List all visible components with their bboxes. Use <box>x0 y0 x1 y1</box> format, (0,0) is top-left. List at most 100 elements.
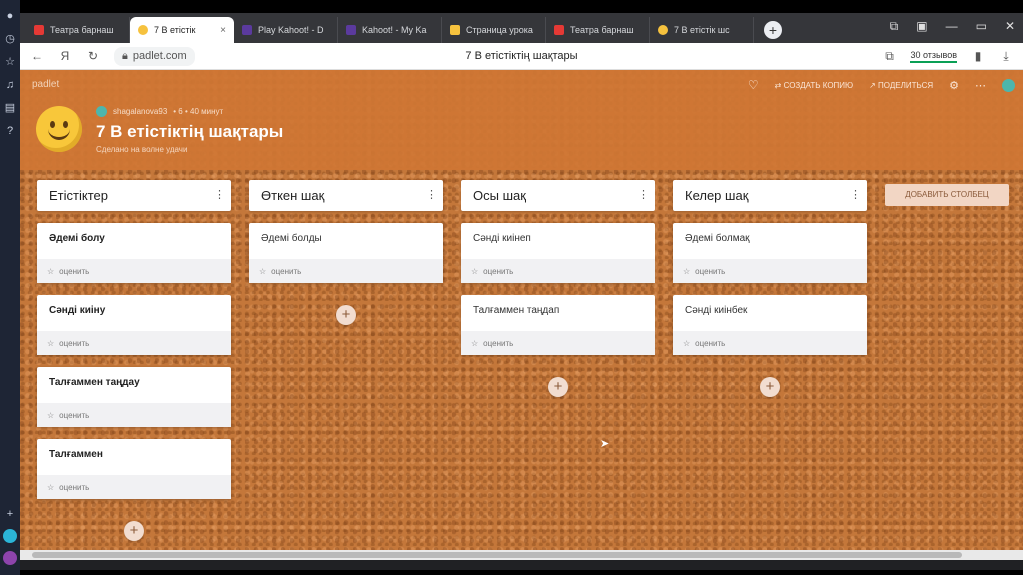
tab-active[interactable]: 7 В етістік × <box>130 17 234 43</box>
post-rating[interactable]: ☆ оценить <box>461 259 655 283</box>
translate-icon[interactable]: ⧉ <box>882 49 896 64</box>
post-card[interactable]: Талғаммен ☆ оценить <box>37 439 231 499</box>
tab-favicon-icon <box>658 25 668 35</box>
minimize-icon[interactable]: — <box>946 19 958 34</box>
profile-icon[interactable]: ● <box>4 10 17 23</box>
extensions-icon[interactable]: ▣ <box>916 19 927 34</box>
post-text: Әдемі болу <box>49 233 105 244</box>
post-card[interactable]: Талғаммен таңдап ☆ оценить <box>461 295 655 355</box>
rating-label: оценить <box>59 338 90 348</box>
messenger-icon[interactable] <box>3 529 17 543</box>
post-rating[interactable]: ☆ оценить <box>673 331 867 355</box>
tab-bar: Театра барнаш 7 В етістік × Play Kahoot!… <box>20 13 1023 43</box>
column-menu-icon[interactable]: ⋮ <box>426 188 437 201</box>
download-icon[interactable]: ⤓ <box>999 49 1013 64</box>
post-rating[interactable]: ☆ оценить <box>37 331 231 355</box>
reload-icon[interactable]: ↻ <box>86 49 100 63</box>
tab-favicon-icon <box>346 25 356 35</box>
post-card[interactable]: Әдемі болу ☆ оценить <box>37 223 231 283</box>
bookmark-icon[interactable]: ▮ <box>971 49 985 63</box>
user-avatar[interactable] <box>1002 78 1015 92</box>
tab-favicon-icon <box>554 25 564 35</box>
rating-label: оценить <box>59 266 90 276</box>
column-menu-icon[interactable]: ⋮ <box>638 188 649 201</box>
scrollbar-thumb[interactable] <box>32 552 962 558</box>
star-icon: ☆ <box>47 410 55 420</box>
assistant-icon[interactable] <box>3 551 17 565</box>
post-card[interactable]: Әдемі болмақ ☆ оценить <box>673 223 867 283</box>
post-card[interactable]: Талғаммен таңдау ☆ оценить <box>37 367 231 427</box>
post-rating[interactable]: ☆ оценить <box>37 475 231 499</box>
close-tab-icon[interactable]: × <box>220 25 226 36</box>
url-text: padlet.com <box>132 50 187 62</box>
tab[interactable]: Страница урока <box>442 17 546 43</box>
column-header: Осы шақ ⋮ <box>461 180 655 211</box>
star-icon: ☆ <box>259 266 267 276</box>
tab-label: Театра барнаш <box>570 25 634 35</box>
post-rating[interactable]: ☆ оценить <box>37 259 231 283</box>
add-post-button[interactable]: + <box>760 377 780 397</box>
board-columns: Етістіктер ⋮ Әдемі болу ☆ оценить Сәнді к… <box>37 180 1009 541</box>
column-past-tense: Өткен шақ ⋮ Әдемі болды ☆ оценить + <box>249 180 443 325</box>
tab[interactable]: Play Kahoot! - D <box>234 17 338 43</box>
author-name[interactable]: shagalanova93 <box>113 107 167 116</box>
remix-button[interactable]: ⇄ создать копию <box>775 81 853 90</box>
board-actions: ♡ ⇄ создать копию ↗ поделиться ⚙ ⋯ <box>748 78 1015 92</box>
column-menu-icon[interactable]: ⋮ <box>850 188 861 201</box>
tab-label: Kahoot! - My Ka <box>362 25 427 35</box>
board-subtitle: Сделано на волне удачи <box>96 145 188 154</box>
add-post-button[interactable]: + <box>124 521 144 541</box>
history-icon[interactable]: ◷ <box>4 33 17 46</box>
tab-favicon-icon <box>138 25 148 35</box>
post-card[interactable]: Әдемі болды ☆ оценить <box>249 223 443 283</box>
post-text: Талғаммен таңдап <box>473 305 560 316</box>
share-button[interactable]: ↗ поделиться <box>869 81 933 90</box>
rating-label: оценить <box>695 266 726 276</box>
collections-icon[interactable]: ▤ <box>4 102 17 115</box>
post-card[interactable]: Сәнді киіну ☆ оценить <box>37 295 231 355</box>
add-post-button[interactable]: + <box>336 305 356 325</box>
help-icon[interactable]: ? <box>4 125 17 138</box>
rating-label: оценить <box>695 338 726 348</box>
column-title: Келер шақ <box>685 188 749 203</box>
tab[interactable]: Театра барнаш <box>26 17 130 43</box>
star-icon: ☆ <box>47 338 55 348</box>
post-card[interactable]: Сәнді киінбек ☆ оценить <box>673 295 867 355</box>
back-icon[interactable]: ← <box>30 49 44 63</box>
add-post-button[interactable]: + <box>548 377 568 397</box>
tab[interactable]: 7 В етістік шс <box>650 17 754 43</box>
add-panel-icon[interactable]: + <box>4 508 17 521</box>
tab[interactable]: Театра барнаш <box>546 17 650 43</box>
new-tab-button[interactable]: + <box>764 21 782 39</box>
tab[interactable]: Kahoot! - My Ka <box>338 17 442 43</box>
star-icon: ☆ <box>47 266 55 276</box>
padlet-logo[interactable]: padlet <box>32 79 59 90</box>
column-header: Етістіктер ⋮ <box>37 180 231 211</box>
post-rating[interactable]: ☆ оценить <box>461 331 655 355</box>
post-rating[interactable]: ☆ оценить <box>37 403 231 427</box>
collections-icon[interactable]: ⧉ <box>890 19 899 34</box>
post-rating[interactable]: ☆ оценить <box>673 259 867 283</box>
post-card[interactable]: Сәнді киінеп ☆ оценить <box>461 223 655 283</box>
mouse-cursor-icon: ➤ <box>600 438 610 450</box>
maximize-icon[interactable]: ▭ <box>976 19 987 34</box>
horizontal-scrollbar[interactable] <box>20 550 1023 560</box>
more-icon[interactable]: ⋯ <box>975 79 986 92</box>
add-column-button[interactable]: Добавить столбец <box>885 184 1009 206</box>
post-text: Талғаммен таңдау <box>49 377 140 388</box>
window-controls: ⧉ ▣ — ▭ ✕ <box>890 19 1015 34</box>
rating-label: оценить <box>483 266 514 276</box>
post-rating[interactable]: ☆ оценить <box>249 259 443 283</box>
reviews-badge[interactable]: 30 отзывов <box>910 50 957 63</box>
heart-icon[interactable]: ♡ <box>748 78 759 92</box>
home-icon[interactable]: Я <box>58 49 72 63</box>
gear-icon[interactable]: ⚙ <box>949 79 959 92</box>
notifications-icon[interactable]: ♫ <box>4 79 17 92</box>
column-verbs: Етістіктер ⋮ Әдемі болу ☆ оценить Сәнді к… <box>37 180 231 541</box>
close-window-icon[interactable]: ✕ <box>1005 19 1015 34</box>
column-menu-icon[interactable]: ⋮ <box>214 188 225 201</box>
address-bar[interactable]: 🔒︎ padlet.com <box>114 46 195 66</box>
tab-label: Театра барнаш <box>50 25 114 35</box>
star-icon: ☆ <box>683 338 691 348</box>
bookmarks-icon[interactable]: ☆ <box>4 56 17 69</box>
